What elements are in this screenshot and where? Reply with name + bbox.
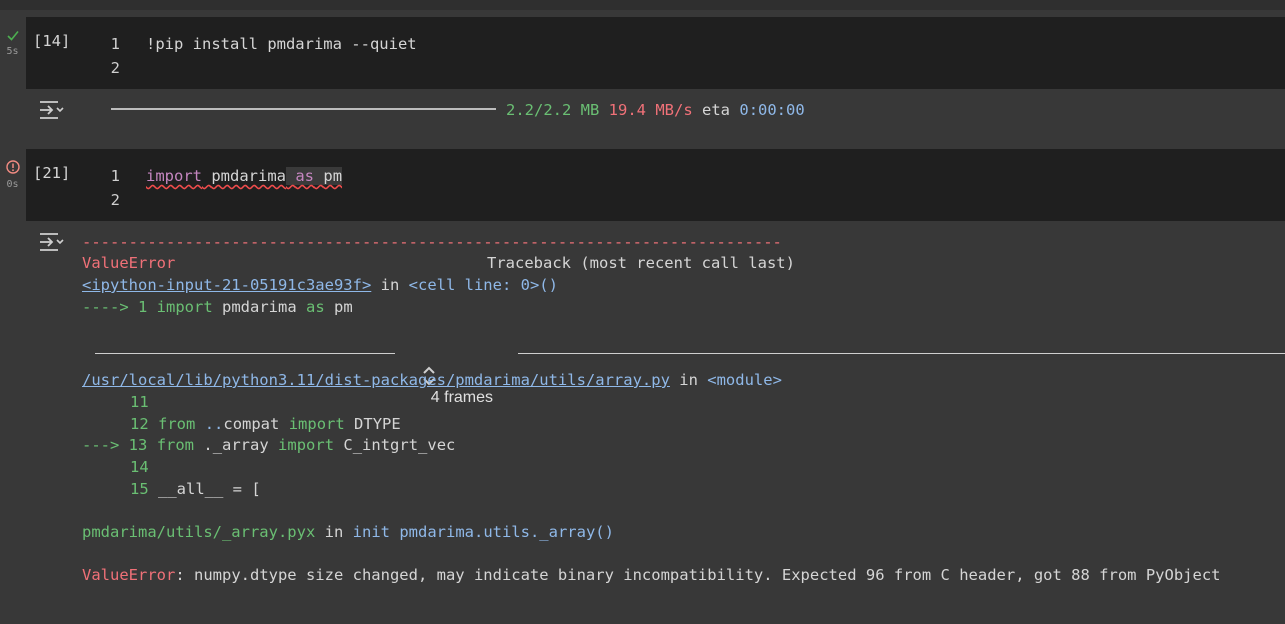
cell-2-status[interactable]: 0s bbox=[0, 160, 25, 190]
eta-value: 0:00:00 bbox=[739, 101, 805, 119]
in-word: in bbox=[324, 523, 344, 541]
traceback-title: Traceback (most recent call last) bbox=[487, 254, 795, 272]
context-line-15: 15 __all__ = [ bbox=[130, 479, 261, 499]
frames-label: 4 frames bbox=[430, 389, 494, 406]
error-name: ValueError bbox=[82, 254, 176, 272]
context-lineno: 13 bbox=[128, 436, 148, 454]
eta-label: eta bbox=[702, 101, 731, 119]
context-line-12: 12 from ..compat import DTYPE bbox=[130, 414, 401, 434]
traceback-input-line: <ipython-input-21-05191c3ae93f> in <cell… bbox=[82, 275, 558, 295]
execution-count[interactable]: [14] bbox=[33, 32, 70, 50]
download-speed: 19.4 MB/s bbox=[608, 101, 693, 119]
code-editor[interactable]: !pip install pmdarima --quiet bbox=[146, 32, 417, 56]
line-number: 2 bbox=[110, 59, 120, 77]
line-numbers: 1 2 bbox=[108, 164, 120, 212]
final-error-name: ValueError bbox=[82, 566, 176, 584]
alias-name: pm bbox=[323, 167, 343, 185]
frames-rule-left bbox=[95, 353, 395, 354]
frames-rule-right bbox=[518, 353, 1285, 354]
in-word: in bbox=[679, 371, 698, 389]
output-toggle-icon[interactable] bbox=[38, 99, 64, 121]
arrow-marker: ----> 1 bbox=[82, 298, 148, 316]
progress-text: 2.2/2.2 MB 19.4 MB/s eta 0:00:00 bbox=[506, 100, 805, 120]
traceback-dashes: ----------------------------------------… bbox=[82, 233, 782, 251]
frames-divider[interactable]: 4 frames bbox=[95, 343, 1285, 406]
code-editor[interactable]: import pmdarima as pm bbox=[146, 164, 343, 188]
keyword-import: import bbox=[146, 167, 202, 185]
module-location: <module> bbox=[707, 371, 782, 389]
ipython-input-link[interactable]: <ipython-input-21-05191c3ae93f> bbox=[82, 276, 371, 294]
cell-location: <cell line: 0>() bbox=[408, 276, 558, 294]
context-line-14: 14 bbox=[130, 457, 149, 477]
execution-count[interactable]: [21] bbox=[33, 164, 70, 182]
line-number: 1 bbox=[110, 167, 120, 185]
download-size: 2.2/2.2 MB bbox=[506, 101, 600, 119]
top-strip bbox=[0, 0, 1285, 10]
tb-import-kw: import bbox=[156, 298, 213, 316]
from-kw: from bbox=[156, 436, 195, 454]
context-line-11: 11 bbox=[130, 392, 149, 412]
array-module: ._array bbox=[203, 436, 269, 454]
tb-alias: pm bbox=[334, 298, 353, 316]
import-kw: import bbox=[278, 436, 335, 454]
all-assignment: __all__ = [ bbox=[158, 480, 261, 498]
context-line-13: ---> 13 from ._array import C_intgrt_vec bbox=[82, 435, 455, 455]
cell-2-time: 0s bbox=[6, 179, 19, 190]
context-lineno: 15 bbox=[130, 480, 149, 498]
arrow-marker: ---> bbox=[82, 436, 120, 454]
cell-1-status[interactable]: 5s bbox=[0, 30, 25, 57]
output-toggle-icon[interactable] bbox=[38, 231, 64, 253]
keyword-as: as bbox=[295, 167, 315, 185]
pyx-function: pmdarima.utils._array() bbox=[399, 523, 614, 541]
line-numbers: 1 2 bbox=[108, 32, 120, 80]
traceback-file-line: /usr/local/lib/python3.11/dist-packages/… bbox=[82, 370, 782, 390]
line-number: 1 bbox=[110, 35, 120, 53]
tb-as-kw: as bbox=[306, 298, 325, 316]
final-error-line: ValueError: numpy.dtype size changed, ma… bbox=[82, 565, 1221, 585]
array-py-link[interactable]: /usr/local/lib/python3.11/dist-packages/… bbox=[82, 371, 670, 389]
import-kw: import bbox=[288, 415, 345, 433]
error-icon bbox=[0, 160, 25, 177]
code-cell-1[interactable]: [14] 1 2 !pip install pmdarima --quiet bbox=[26, 17, 1285, 89]
context-lineno: 14 bbox=[130, 458, 149, 476]
code-cell-2[interactable]: [21] 1 2 import pmdarima as pm bbox=[26, 149, 1285, 221]
relative-dots: .. bbox=[204, 415, 224, 433]
cell-1-time: 5s bbox=[6, 46, 19, 57]
traceback-header: ValueError bbox=[82, 253, 175, 273]
check-icon bbox=[0, 30, 25, 44]
compat-module: compat bbox=[223, 415, 280, 433]
line-number: 2 bbox=[110, 191, 120, 209]
traceback-arrow-line: ----> 1 import pmdarima as pm bbox=[82, 297, 353, 317]
intgrt-name: C_intgrt_vec bbox=[343, 436, 456, 454]
dtype-name: DTYPE bbox=[354, 415, 401, 433]
from-kw: from bbox=[158, 415, 196, 433]
traceback-pyx-line: pmdarima/utils/_array.pyx in init pmdari… bbox=[82, 522, 614, 542]
expand-collapse-icon bbox=[395, 343, 435, 386]
context-lineno: 11 bbox=[130, 393, 149, 411]
module-name: pmdarima bbox=[211, 167, 286, 185]
final-error-message: : numpy.dtype size changed, may indicate… bbox=[175, 566, 1221, 584]
progress-fill bbox=[111, 108, 496, 110]
context-lineno: 12 bbox=[130, 415, 149, 433]
download-progress-bar bbox=[111, 108, 496, 110]
init-word: init bbox=[352, 523, 390, 541]
tb-module: pmdarima bbox=[222, 298, 297, 316]
in-word: in bbox=[380, 276, 400, 294]
pyx-file: pmdarima/utils/_array.pyx bbox=[82, 523, 316, 541]
